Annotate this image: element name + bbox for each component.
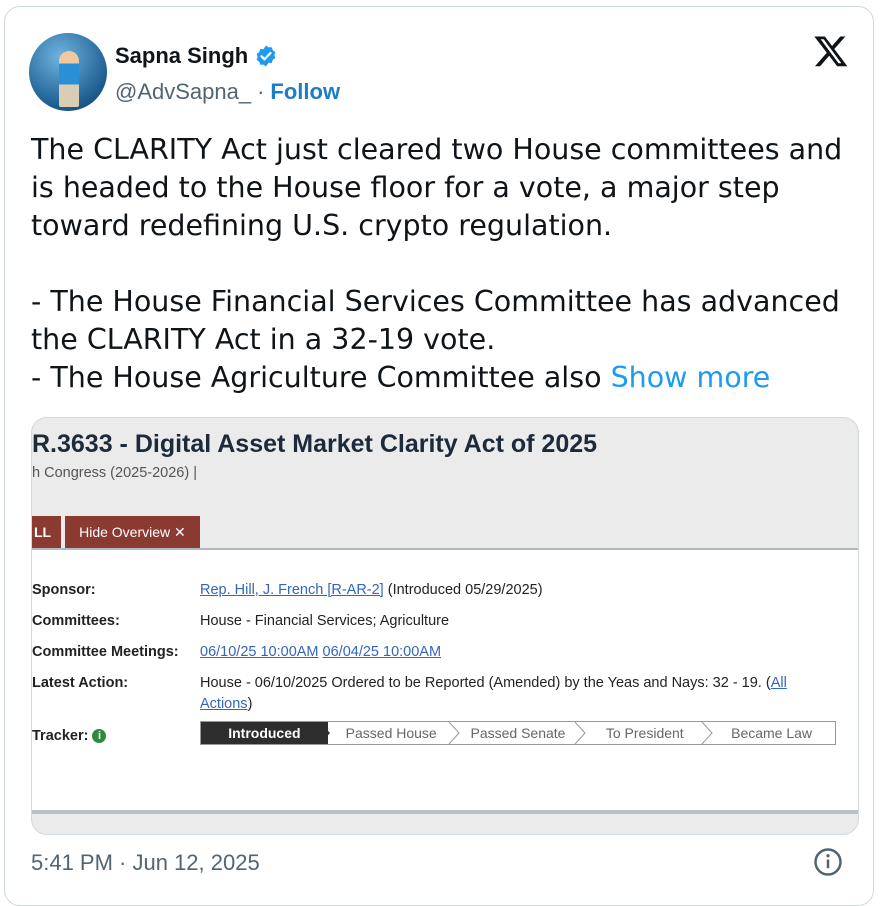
all-actions-link-1: All: [770, 675, 787, 691]
verified-badge-icon: [256, 45, 276, 67]
info-circle-icon[interactable]: [813, 847, 843, 877]
all-actions-link-2: Actions: [200, 696, 248, 712]
sponsor-note: (Introduced 05/29/2025): [383, 582, 543, 598]
tweet-media[interactable]: R.3633 - Digital Asset Market Clarity Ac…: [31, 417, 859, 835]
overview-panel: Sponsor: Rep. Hill, J. French [R-AR-2] (…: [32, 548, 858, 812]
tracker-step-label: Became Law: [731, 725, 813, 741]
meeting-link-2: 06/04/25 10:00AM: [322, 644, 442, 660]
tracker-step-introduced: Introduced: [201, 722, 330, 744]
tracker-step-label: Passed Senate: [470, 725, 566, 741]
meeting-link-1: 06/10/25 10:00AM: [200, 644, 319, 660]
tracker-step-passed-senate: Passed Senate: [455, 722, 587, 744]
x-logo-icon[interactable]: [813, 33, 849, 69]
tracker-step-to-president: To President: [581, 722, 713, 744]
tweet-card: Sapna Singh @AdvSapna_ · Follow The CLAR…: [4, 6, 874, 906]
committees-label: Committees:: [32, 613, 120, 629]
author-handle-row: @AdvSapna_ · Follow: [115, 79, 340, 105]
tweet-body: The CLARITY Act just cleared two House c…: [31, 133, 843, 394]
committees-value: House - Financial Services; Agriculture: [200, 613, 450, 629]
close-paren: ): [247, 696, 253, 712]
tracker-step-label: To President: [605, 725, 684, 741]
sponsor-label: Sponsor:: [32, 582, 96, 598]
separator: ·: [257, 79, 265, 104]
hide-overview-label: Hide Overview: [79, 524, 171, 540]
info-icon: i: [92, 729, 107, 743]
hide-overview-tab: Hide Overview ✕: [65, 516, 200, 550]
tracker-step-label: Passed House: [345, 725, 437, 741]
avatar[interactable]: [29, 33, 107, 111]
tracker-step-became-law: Became Law: [708, 722, 835, 744]
tweet-text: The CLARITY Act just cleared two House c…: [31, 131, 861, 397]
meetings-label: Committee Meetings:: [32, 644, 179, 660]
tracker-step-passed-house: Passed House: [328, 722, 460, 744]
tab-bar: LL Hide Overview ✕: [32, 516, 200, 550]
close-icon: ✕: [174, 524, 186, 540]
tracker-label: Tracker:: [32, 728, 89, 744]
author-name[interactable]: Sapna Singh: [115, 43, 248, 69]
latest-action-value: House - 06/10/2025 Ordered to be Reporte…: [200, 675, 771, 691]
bill-title: R.3633 - Digital Asset Market Clarity Ac…: [32, 430, 598, 458]
tweet-timestamp[interactable]: 5:41 PM · Jun 12, 2025: [31, 850, 260, 876]
author-name-row: Sapna Singh: [115, 43, 278, 69]
media-divider: [32, 810, 858, 814]
show-more-link[interactable]: Show more: [611, 361, 771, 394]
latest-action-label: Latest Action:: [32, 675, 129, 691]
tab-all: LL: [32, 516, 62, 550]
author-handle[interactable]: @AdvSapna_: [115, 79, 251, 105]
tracker-step-label: Introduced: [228, 725, 301, 741]
congress-label: h Congress (2025-2026) |: [32, 465, 197, 481]
sponsor-link: Rep. Hill, J. French [R-AR-2]: [200, 582, 384, 598]
tracker-bar: Introduced Passed House Passed Senate To…: [200, 721, 836, 745]
follow-button[interactable]: Follow: [270, 79, 340, 105]
